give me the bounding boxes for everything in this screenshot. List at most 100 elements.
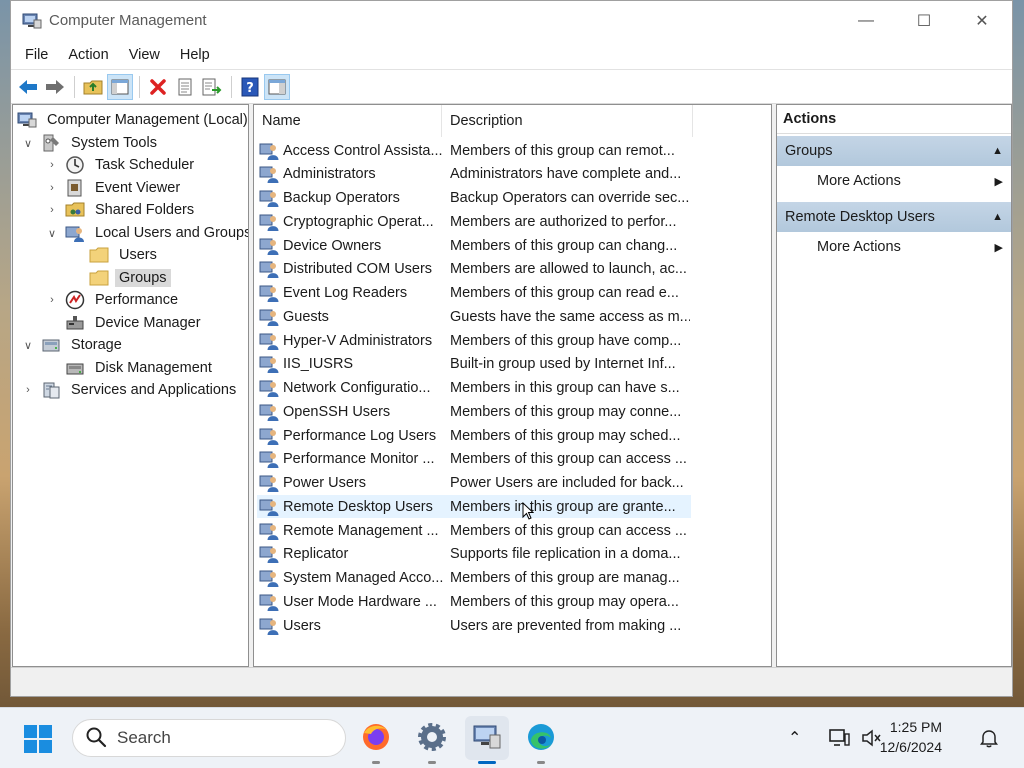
- tree-item-storage[interactable]: ∨ Storage: [21, 334, 126, 356]
- tree-item-device-manager[interactable]: Device Manager: [65, 312, 205, 334]
- menu-view[interactable]: View: [119, 47, 170, 63]
- table-row[interactable]: Performance Log Users Members of this gro…: [257, 424, 691, 447]
- collapse-up-icon[interactable]: ▲: [992, 145, 1003, 157]
- group-description: Members of this group have comp...: [450, 332, 682, 349]
- table-row[interactable]: Users Users are prevented from making ...: [257, 614, 691, 637]
- tree-item-event-viewer[interactable]: › Event Viewer: [45, 177, 184, 199]
- table-row[interactable]: Replicator Supports file replication in a…: [257, 543, 691, 566]
- menu-bar: File Action View Help: [11, 41, 1012, 70]
- table-row[interactable]: Access Control Assista... Members of this…: [257, 139, 691, 162]
- chevron-right-icon[interactable]: ›: [21, 384, 35, 396]
- export-list-icon[interactable]: [199, 74, 225, 100]
- chevron-right-icon[interactable]: ›: [45, 204, 59, 216]
- chevron-right-icon[interactable]: ›: [45, 159, 59, 171]
- table-row[interactable]: OpenSSH Users Members of this group may c…: [257, 400, 691, 423]
- back-icon[interactable]: [15, 74, 41, 100]
- tree-item-label: Groups: [115, 269, 171, 287]
- table-row[interactable]: Cryptographic Operat... Members are autho…: [257, 210, 691, 233]
- tree-item-shared-folders[interactable]: › Shared Folders: [45, 199, 198, 221]
- computer-management-icon: [471, 721, 503, 756]
- table-row[interactable]: Remote Desktop Users Members in this grou…: [257, 495, 691, 519]
- menu-action[interactable]: Action: [58, 47, 118, 63]
- group-description: Members of this group can access ...: [450, 451, 687, 468]
- notifications-bell-icon[interactable]: [979, 708, 999, 768]
- table-row[interactable]: Remote Management ... Members of this gro…: [257, 519, 691, 542]
- up-folder-icon[interactable]: [80, 74, 106, 100]
- group-description: Members are allowed to launch, ac...: [450, 261, 687, 278]
- table-row[interactable]: Backup Operators Backup Operators can ove…: [257, 187, 691, 210]
- tree-item-groups[interactable]: Groups: [89, 267, 171, 289]
- tree-item-local-users-and-groups[interactable]: ∨ Local Users and Groups: [45, 222, 248, 244]
- group-description: Members of this group can chang...: [450, 237, 678, 254]
- clock[interactable]: 1:25 PM 12/6/2024: [880, 717, 942, 757]
- more-actions-item[interactable]: More Actions ▶: [777, 166, 1011, 196]
- computer-management-icon: [22, 11, 42, 34]
- column-header-description[interactable]: Description: [450, 113, 523, 129]
- collapse-up-icon[interactable]: ▲: [992, 211, 1003, 223]
- group-icon: [259, 521, 279, 541]
- groups-list[interactable]: Name Description Access Control Assista.…: [253, 104, 772, 667]
- group-icon: [259, 497, 279, 517]
- column-divider[interactable]: [441, 105, 442, 137]
- chevron-down-icon[interactable]: ∨: [21, 339, 35, 352]
- table-row[interactable]: Network Configuratio... Members in this g…: [257, 377, 691, 400]
- table-row[interactable]: IIS_IUSRS Built-in group used by Internet…: [257, 353, 691, 376]
- chevron-right-icon[interactable]: ›: [45, 182, 59, 194]
- actions-section-groups[interactable]: Groups ▲: [777, 136, 1011, 166]
- chevron-down-icon[interactable]: ∨: [45, 227, 59, 240]
- group-icon: [259, 402, 279, 422]
- table-row[interactable]: Device Owners Members of this group can c…: [257, 234, 691, 257]
- table-row[interactable]: Event Log Readers Members of this group c…: [257, 282, 691, 305]
- menu-file[interactable]: File: [15, 47, 58, 63]
- show-hide-tree-icon[interactable]: [107, 73, 133, 100]
- table-row[interactable]: Distributed COM Users Members are allowed…: [257, 258, 691, 281]
- tree-item-label: Performance: [95, 292, 179, 308]
- windows-start-icon[interactable]: [22, 723, 54, 758]
- table-row[interactable]: Power Users Power Users are included for …: [257, 472, 691, 495]
- tree-item-disk-management[interactable]: Disk Management: [65, 357, 216, 379]
- tree-item-task-scheduler[interactable]: › Task Scheduler: [45, 154, 198, 176]
- show-hidden-icons-button[interactable]: ⌃: [788, 708, 801, 768]
- actions-section-remote-desktop-users[interactable]: Remote Desktop Users ▲: [777, 202, 1011, 232]
- tree-item-computer-management[interactable]: Computer Management (Local): [17, 109, 248, 131]
- column-header-name[interactable]: Name: [262, 113, 301, 129]
- more-actions-item[interactable]: More Actions ▶: [777, 232, 1011, 262]
- group-icon: [259, 544, 279, 564]
- delete-icon[interactable]: [145, 74, 171, 100]
- chevron-right-icon[interactable]: ›: [45, 294, 59, 306]
- toolbar: ?: [11, 70, 1012, 104]
- show-hide-action-pane-icon[interactable]: [264, 73, 290, 100]
- column-divider[interactable]: [692, 105, 693, 137]
- tree-item-system-tools[interactable]: ∨ System Tools: [21, 132, 161, 154]
- table-row[interactable]: Hyper-V Administrators Members of this gr…: [257, 329, 691, 352]
- close-button[interactable]: ✕: [953, 1, 1011, 41]
- taskbar-app-firefox[interactable]: [354, 716, 398, 764]
- group-description: Users are prevented from making ...: [450, 617, 682, 634]
- title-bar[interactable]: Computer Management — ☐ ✕: [11, 1, 1012, 41]
- group-icon: [259, 449, 279, 469]
- taskbar-app-settings[interactable]: [410, 716, 454, 764]
- forward-icon[interactable]: [42, 74, 68, 100]
- tree-item-users[interactable]: Users: [89, 244, 161, 266]
- menu-help[interactable]: Help: [170, 47, 220, 63]
- tree-item-performance[interactable]: › Performance: [45, 289, 182, 311]
- table-row[interactable]: User Mode Hardware ... Members of this gr…: [257, 590, 691, 613]
- help-icon[interactable]: ?: [237, 74, 263, 100]
- console-tree[interactable]: Computer Management (Local) ∨ System Too…: [12, 104, 249, 667]
- chevron-up-icon: ⌃: [788, 730, 802, 747]
- taskbar-search-box[interactable]: Search: [72, 719, 346, 757]
- taskbar-app-computer-management[interactable]: [465, 716, 509, 764]
- table-row[interactable]: System Managed Acco... Members of this gr…: [257, 567, 691, 590]
- chevron-down-icon[interactable]: ∨: [21, 137, 35, 150]
- tree-item-label: Storage: [71, 337, 122, 353]
- tree-item-services-and-applications[interactable]: › Services and Applications: [21, 379, 240, 401]
- minimize-button[interactable]: —: [837, 1, 895, 41]
- maximize-button[interactable]: ☐: [895, 1, 953, 41]
- table-row[interactable]: Performance Monitor ... Members of this g…: [257, 448, 691, 471]
- table-row[interactable]: Administrators Administrators have comple…: [257, 163, 691, 186]
- group-icon: [259, 141, 279, 161]
- network-icon[interactable]: [828, 708, 850, 768]
- properties-icon[interactable]: [172, 74, 198, 100]
- taskbar-app-edge[interactable]: [519, 716, 563, 764]
- table-row[interactable]: Guests Guests have the same access as m..…: [257, 305, 691, 328]
